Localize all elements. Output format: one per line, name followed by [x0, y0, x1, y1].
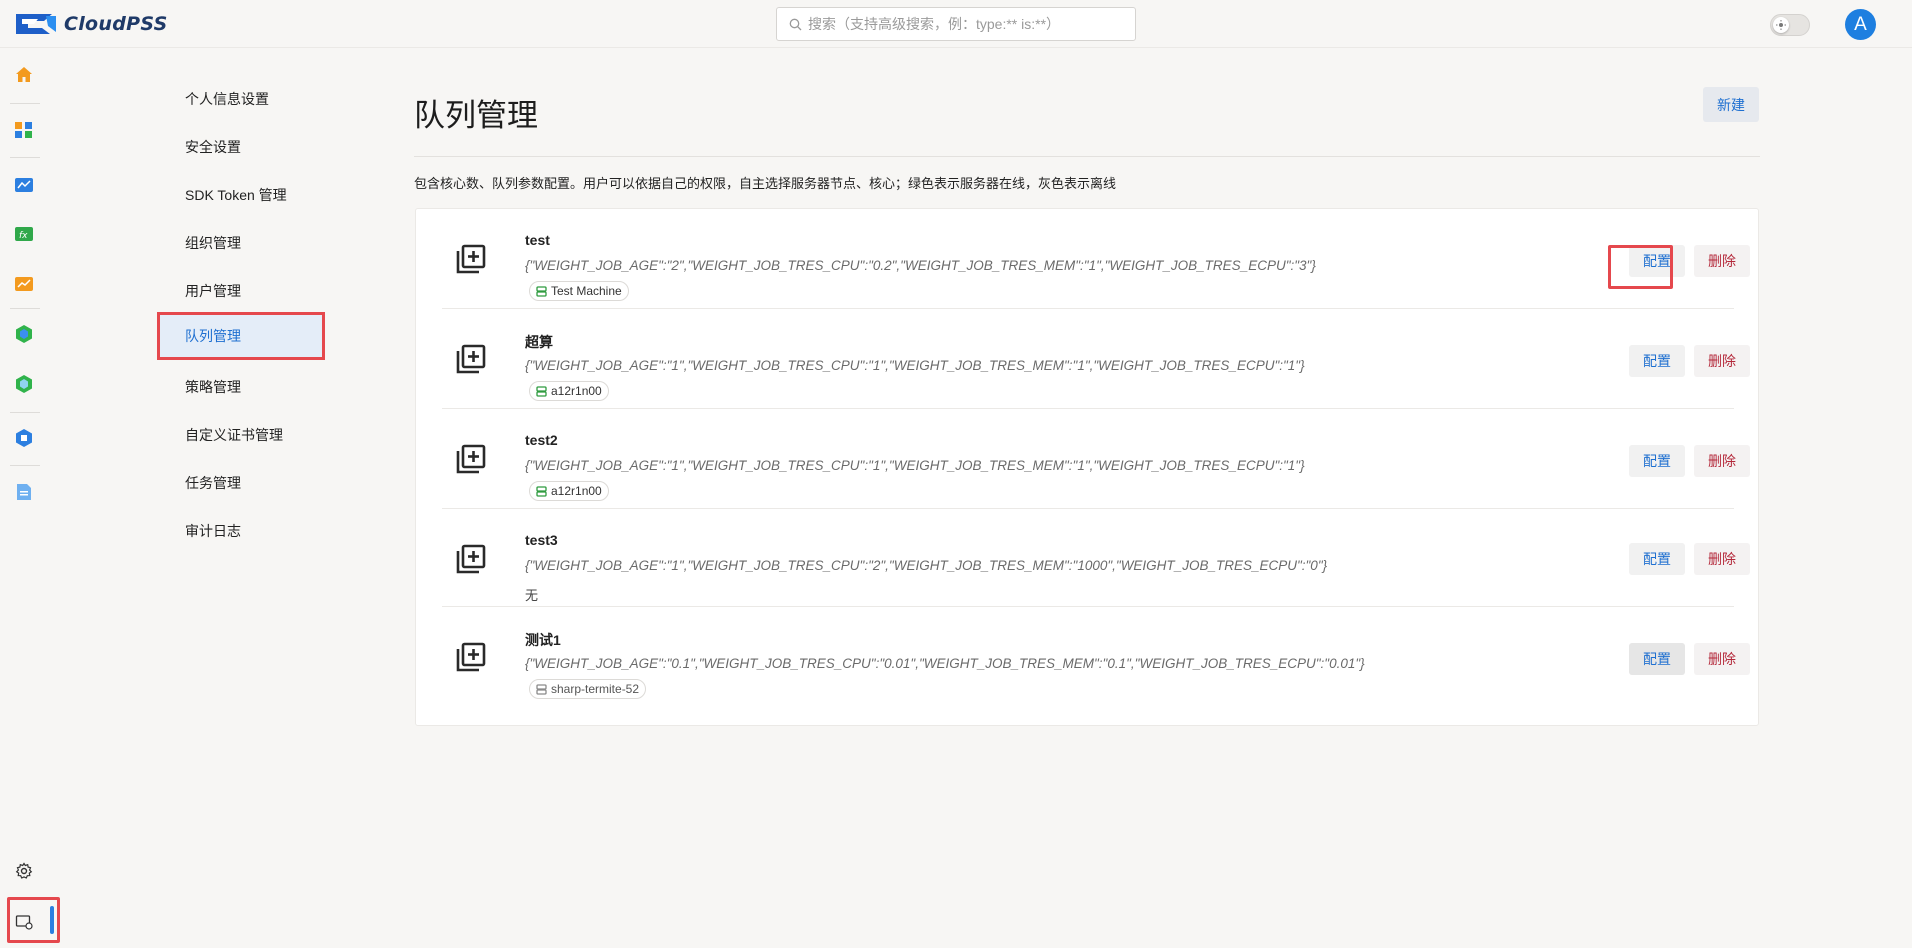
menu-item-security[interactable]: 安全设置 [157, 126, 327, 168]
queue-name: test2 [525, 432, 558, 448]
config-highlight-box [1608, 245, 1673, 289]
delete-button[interactable]: 删除 [1694, 345, 1750, 377]
search-box[interactable] [776, 7, 1136, 41]
add-queue-icon [456, 344, 486, 374]
queue-row: 测试1 {"WEIGHT_JOB_AGE":"0.1","WEIGHT_JOB_… [442, 607, 1750, 707]
node-name: Test Machine [551, 284, 622, 298]
menu-item-tasks[interactable]: 任务管理 [157, 462, 327, 504]
queue-row: test {"WEIGHT_JOB_AGE":"2","WEIGHT_JOB_T… [442, 209, 1750, 309]
top-bar: CloudPSS A [0, 0, 1912, 48]
delete-button[interactable]: 删除 [1694, 245, 1750, 277]
queue-name: 测试1 [525, 632, 561, 648]
page-description: 包含核心数、队列参数配置。用户可以依据自己的权限，自主选择服务器节点、核心；绿色… [414, 176, 1117, 191]
package-icon[interactable] [14, 428, 34, 448]
node-name: a12r1n00 [551, 484, 602, 498]
terminal-settings-icon[interactable] [14, 912, 34, 932]
menu-item-organization[interactable]: 组织管理 [157, 222, 327, 264]
server-online-icon [536, 485, 547, 497]
add-queue-icon [456, 642, 486, 672]
config-button[interactable]: 配置 [1629, 445, 1685, 477]
queue-row: test2 {"WEIGHT_JOB_AGE":"1","WEIGHT_JOB_… [442, 409, 1750, 509]
queue-params: {"WEIGHT_JOB_AGE":"2","WEIGHT_JOB_TRES_C… [525, 258, 1316, 273]
chart-icon[interactable] [14, 274, 34, 294]
node-name: a12r1n00 [551, 384, 602, 398]
queue-params: {"WEIGHT_JOB_AGE":"1","WEIGHT_JOB_TRES_C… [525, 558, 1328, 573]
delete-button[interactable]: 删除 [1694, 543, 1750, 575]
menu-item-profile[interactable]: 个人信息设置 [157, 78, 327, 120]
menu-item-queues[interactable]: 队列管理 [157, 312, 325, 360]
page-title: 队列管理 [414, 98, 538, 133]
config-button[interactable]: 配置 [1629, 345, 1685, 377]
no-node-text: 无 [525, 588, 539, 603]
avatar[interactable]: A [1845, 9, 1876, 40]
document-icon[interactable] [14, 482, 34, 502]
sun-icon [1773, 17, 1789, 33]
delete-button[interactable]: 删除 [1694, 643, 1750, 675]
menu-item-certificates[interactable]: 自定义证书管理 [157, 414, 327, 456]
model-icon[interactable] [14, 324, 34, 344]
node-tag[interactable]: a12r1n00 [529, 481, 609, 501]
server-online-icon [536, 285, 547, 297]
menu-item-policies[interactable]: 策略管理 [157, 366, 327, 408]
menu-item-sdk-token[interactable]: SDK Token 管理 [157, 174, 327, 216]
logo-text: CloudPSS [64, 13, 168, 35]
search-icon [789, 18, 802, 30]
queue-list: test {"WEIGHT_JOB_AGE":"2","WEIGHT_JOB_T… [415, 208, 1759, 726]
simulation-icon[interactable] [14, 175, 34, 195]
node-name: sharp-termite-52 [551, 682, 640, 696]
queue-row: 超算 {"WEIGHT_JOB_AGE":"1","WEIGHT_JOB_TRE… [442, 309, 1750, 409]
gear-icon[interactable] [14, 861, 34, 881]
node-tag[interactable]: Test Machine [529, 281, 629, 301]
server-offline-icon [536, 683, 547, 695]
active-indicator [50, 906, 54, 934]
cloudpss-logo-icon [16, 14, 56, 34]
logo[interactable]: CloudPSS [14, 11, 168, 37]
queue-name: test [525, 232, 550, 248]
home-icon[interactable] [14, 65, 34, 85]
theme-toggle[interactable] [1770, 14, 1810, 36]
add-queue-icon [456, 444, 486, 474]
apps-icon[interactable] [14, 120, 34, 140]
add-queue-icon [456, 544, 486, 574]
config-button[interactable]: 配置 [1629, 543, 1685, 575]
component-icon[interactable] [14, 374, 34, 394]
config-button[interactable]: 配置 [1629, 643, 1685, 675]
node-tag[interactable]: sharp-termite-52 [529, 679, 647, 699]
svg-text:fx: fx [19, 231, 28, 241]
delete-button[interactable]: 删除 [1694, 445, 1750, 477]
add-queue-icon [456, 244, 486, 274]
queue-row: test3 {"WEIGHT_JOB_AGE":"1","WEIGHT_JOB_… [442, 509, 1750, 607]
menu-item-audit-log[interactable]: 审计日志 [157, 510, 327, 552]
queue-params: {"WEIGHT_JOB_AGE":"0.1","WEIGHT_JOB_TRES… [525, 656, 1365, 671]
new-queue-button[interactable]: 新建 [1703, 87, 1759, 122]
function-icon[interactable]: fx [14, 224, 34, 244]
queue-name: test3 [525, 532, 558, 548]
left-rail: fx [0, 48, 60, 948]
divider [414, 156, 1760, 157]
menu-item-users[interactable]: 用户管理 [157, 270, 327, 312]
queue-params: {"WEIGHT_JOB_AGE":"1","WEIGHT_JOB_TRES_C… [525, 458, 1305, 473]
search-input[interactable] [808, 16, 1128, 32]
queue-params: {"WEIGHT_JOB_AGE":"1","WEIGHT_JOB_TRES_C… [525, 358, 1305, 373]
node-tag[interactable]: a12r1n00 [529, 381, 609, 401]
queue-name: 超算 [525, 334, 553, 350]
server-online-icon [536, 385, 547, 397]
